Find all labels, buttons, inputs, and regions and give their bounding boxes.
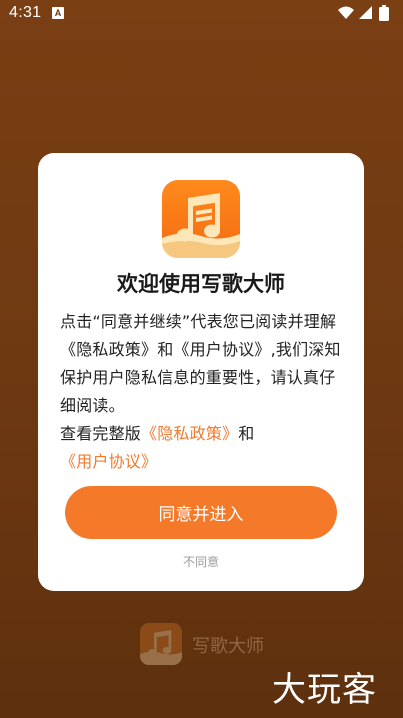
- battery-icon: [379, 5, 389, 21]
- splash-app-icon: [140, 623, 182, 665]
- status-icons: [337, 5, 393, 21]
- agree-button[interactable]: 同意并进入: [65, 486, 337, 539]
- music-note-icon: [140, 630, 182, 665]
- dialog-body: 点击“同意并继续”代表您已阅读并理解《隐私政策》和《用户协议》,我们深知保护用户…: [60, 308, 344, 476]
- user-agreement-link[interactable]: 《用户协议》: [60, 452, 157, 471]
- privacy-dialog: 欢迎使用写歌大师 点击“同意并继续”代表您已阅读并理解《隐私政策》和《用户协议》…: [38, 153, 364, 591]
- notification-icon: A: [52, 7, 64, 19]
- watermark-text: 大玩客: [272, 670, 377, 710]
- dialog-title: 欢迎使用写歌大师: [117, 272, 285, 296]
- status-bar: 4:31 A: [0, 0, 403, 28]
- full-policy-prefix: 查看完整版: [60, 424, 142, 443]
- app-logo: [162, 180, 240, 258]
- cell-signal-icon: [359, 6, 372, 19]
- privacy-notice-text: 点击“同意并继续”代表您已阅读并理解《隐私政策》和《用户协议》,我们深知保护用户…: [60, 312, 341, 415]
- wifi-icon: [338, 6, 354, 19]
- status-time: 4:31: [9, 4, 42, 21]
- privacy-policy-link[interactable]: 《隐私政策》: [141, 424, 238, 443]
- and-text: 和: [238, 424, 255, 443]
- splash-app-name: 写歌大师: [192, 636, 264, 657]
- full-policy-line: 查看完整版《隐私政策》和《用户协议》: [60, 420, 344, 476]
- disagree-button[interactable]: 不同意: [151, 551, 251, 571]
- music-note-icon: [162, 193, 240, 258]
